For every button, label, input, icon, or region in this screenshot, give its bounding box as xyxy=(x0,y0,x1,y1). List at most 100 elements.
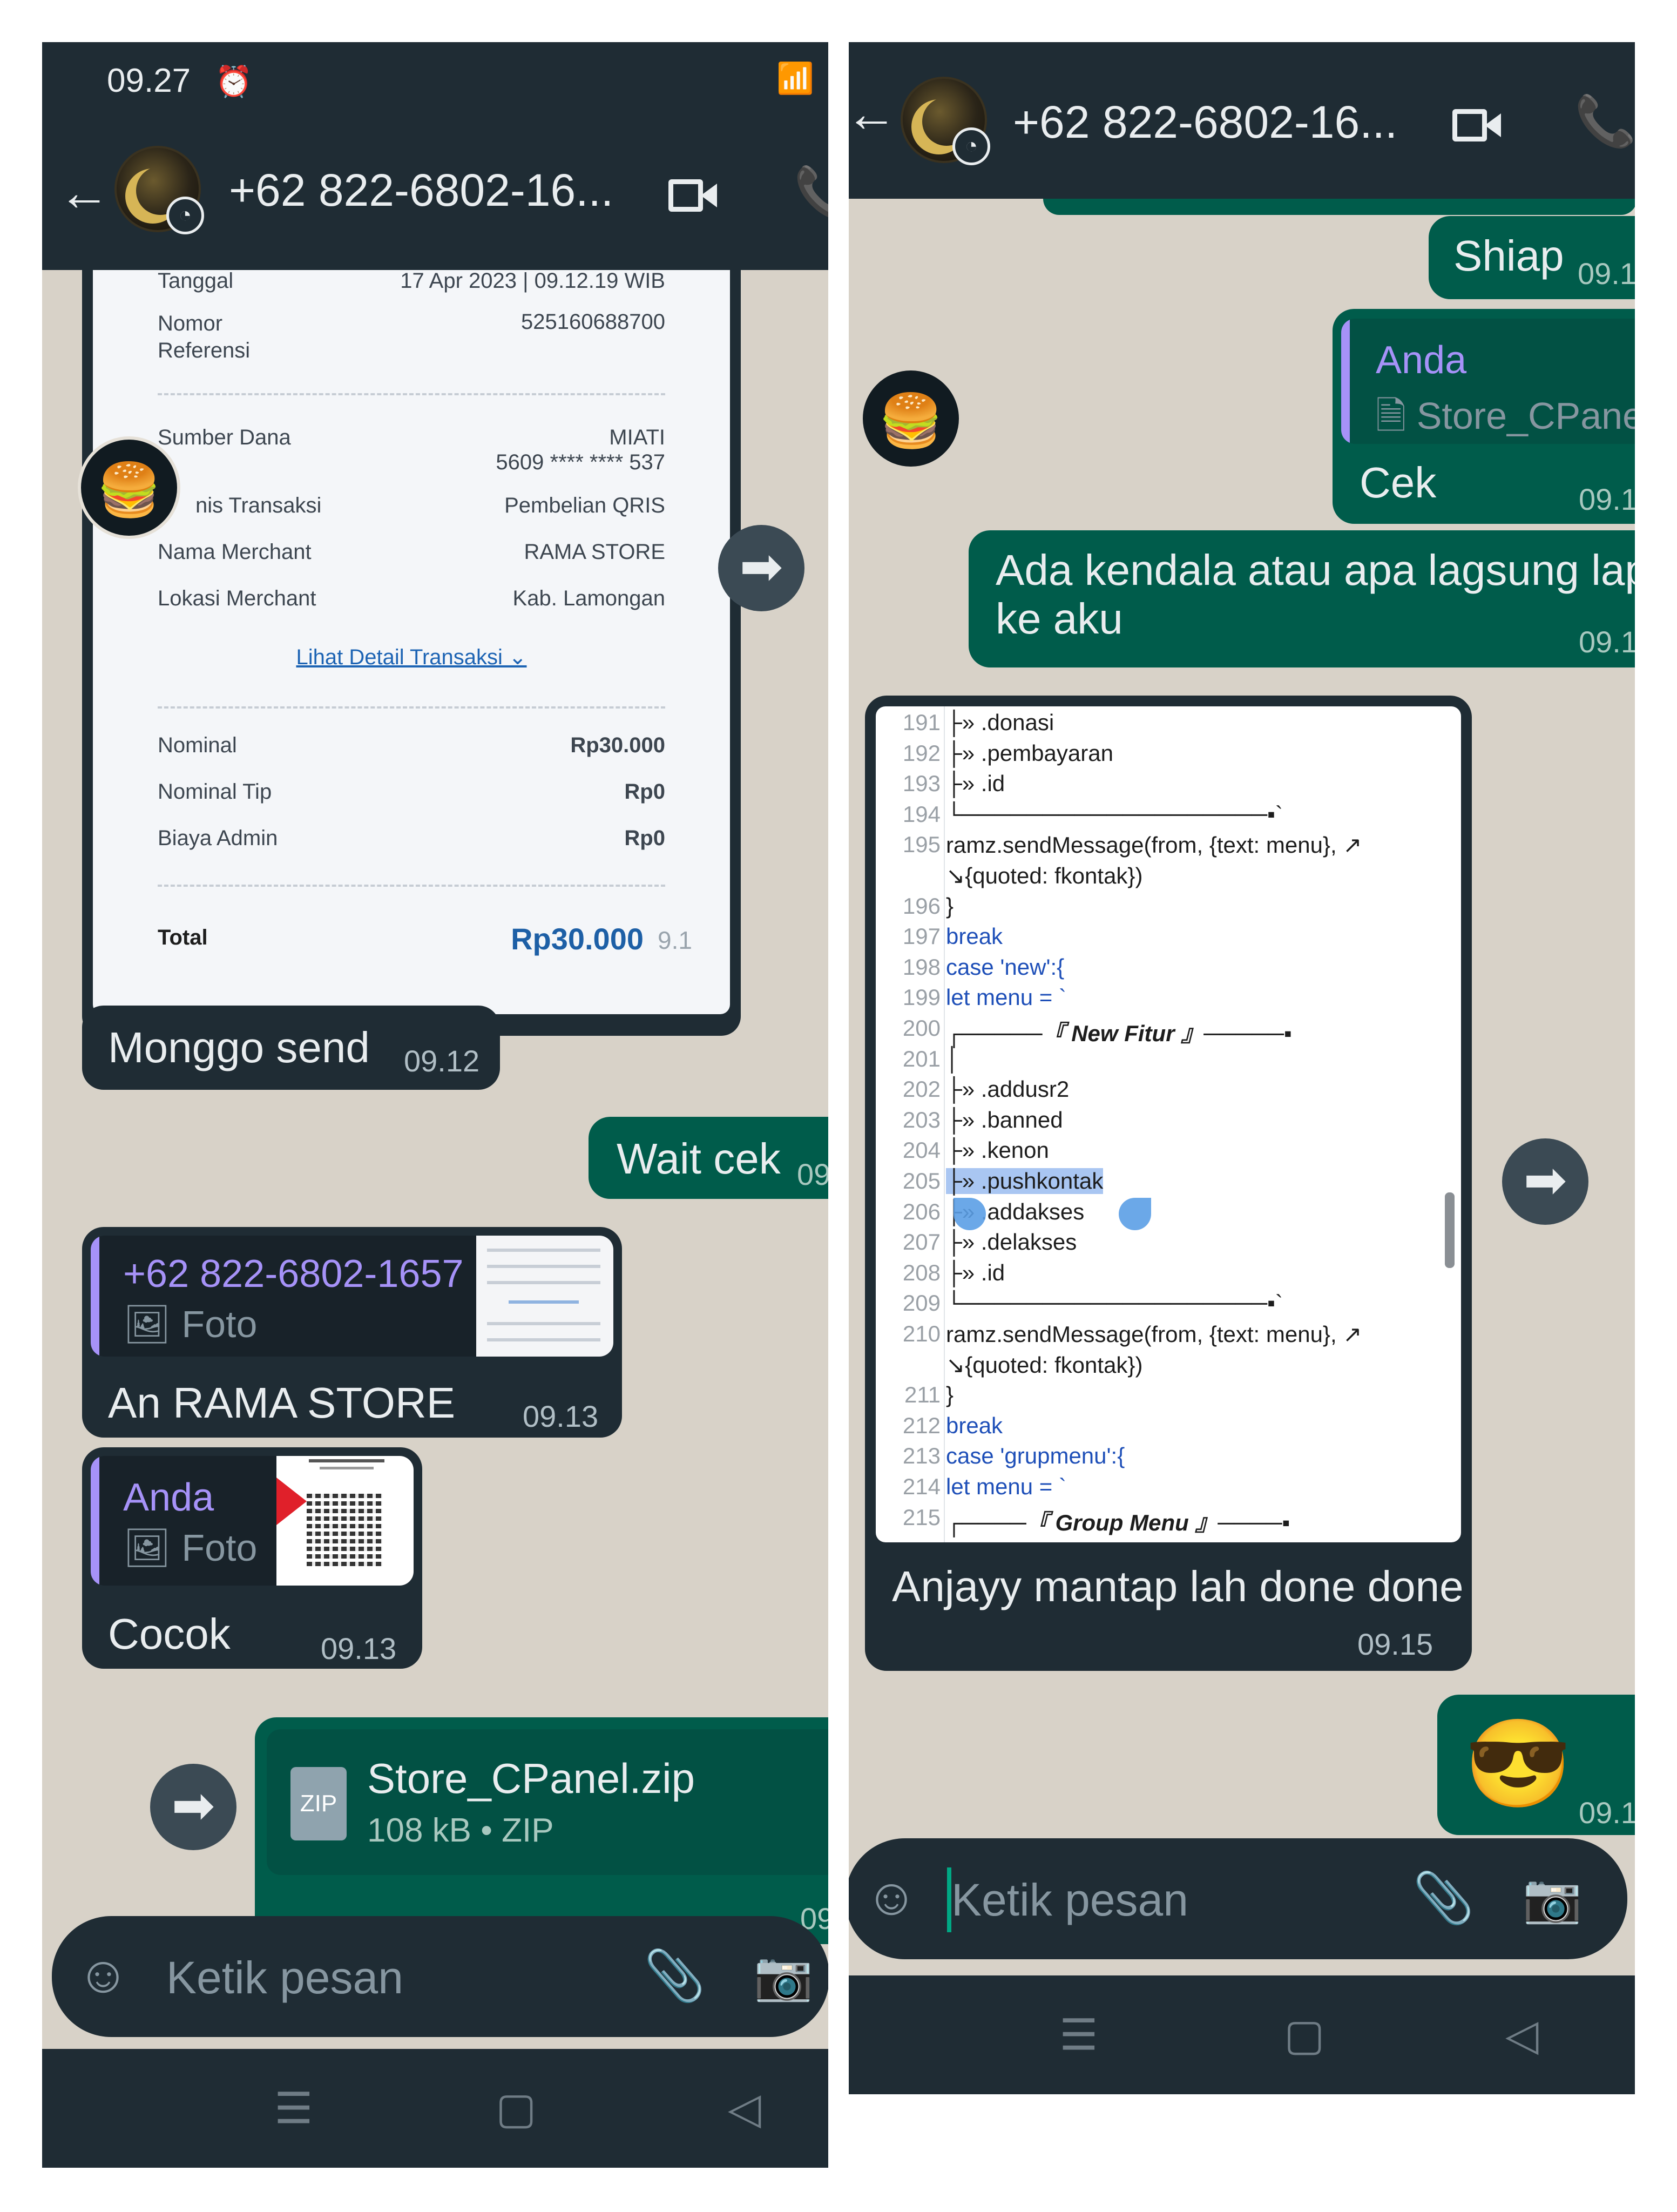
receipt-image-message[interactable]: Tanggal 17 Apr 2023 | 09.12.19 WIB Nomor … xyxy=(82,247,741,1036)
message-file-store-cpanel[interactable]: ZIP Store_CPanel.zip 108 kB • ZIP 09 xyxy=(255,1717,828,1944)
line-number: 204 xyxy=(902,1137,941,1163)
recents-nav-icon[interactable]: ☰ xyxy=(274,2083,313,2134)
emoji-icon[interactable]: ☺ xyxy=(77,1945,130,2005)
line-number: 201 xyxy=(902,1046,941,1071)
forward-code-icon[interactable]: ➡ xyxy=(1502,1138,1588,1225)
receipt-merchant-label: Nama Merchant xyxy=(158,540,312,564)
code-line: 213 case 'grupmenu':{ xyxy=(876,1443,1461,1474)
code-text: ├» .id xyxy=(946,1259,1005,1285)
message-text: Shiap xyxy=(1453,232,1564,280)
code-line: 208 ├» .id xyxy=(876,1260,1461,1291)
alarm-icon: ⏰ xyxy=(215,64,253,98)
message-ada-kendala[interactable]: Ada kendala atau apa lagsung lapo ke aku… xyxy=(969,530,1635,667)
message-cocok[interactable]: Anda 🖼 Foto Cocok 09.13 xyxy=(82,1447,422,1669)
file-attachment[interactable]: ZIP Store_CPanel.zip 108 kB • ZIP xyxy=(267,1729,828,1875)
receipt-ref-value: 525160688700 xyxy=(521,310,665,334)
document-icon: 🗎 xyxy=(1376,395,1417,437)
code-line: 210 ramz.sendMessage(from, {text: menu}, … xyxy=(876,1321,1461,1352)
video-call-icon[interactable] xyxy=(1452,109,1504,141)
zip-file-icon: ZIP xyxy=(290,1767,347,1840)
code-line: 194 └───────────────────▪` xyxy=(876,801,1461,833)
code-line: 215 ┌────『 Group Menu 』────▪ xyxy=(876,1505,1461,1536)
quoted-photo[interactable]: Anda 🖼 Foto xyxy=(91,1456,414,1586)
sunglasses-emoji: 😎 xyxy=(1464,1715,1572,1812)
receipt-admin-label: Biaya Admin xyxy=(158,826,278,850)
quoted-photo[interactable]: +62 822-6802-1657 🖼 Foto xyxy=(91,1236,613,1357)
voice-call-icon[interactable]: 📞 xyxy=(1574,93,1635,151)
code-text: └───────────────────▪` xyxy=(946,801,1283,827)
selection-handle-right[interactable] xyxy=(1119,1198,1151,1230)
code-line: 196} xyxy=(876,893,1461,925)
code-line: ↘{quoted: fkontak}) xyxy=(876,862,1461,894)
message-code-screenshot[interactable]: 191 ├» .donasi 192 ├» .pembayaran 193 ├» .id 1… xyxy=(865,696,1472,1671)
line-number: 205 xyxy=(902,1168,941,1193)
message-wait-cek[interactable]: Wait cek 09 xyxy=(589,1117,828,1199)
video-call-icon[interactable] xyxy=(668,179,720,212)
selection-handle-left[interactable] xyxy=(954,1198,986,1230)
line-number: 206 xyxy=(902,1198,941,1224)
line-number: 207 xyxy=(902,1229,941,1255)
recents-nav-icon[interactable]: ☰ xyxy=(1059,2010,1098,2060)
camera-icon[interactable]: 📷 xyxy=(754,1948,813,2004)
bot-burger-icon[interactable]: 🍔 xyxy=(860,367,962,470)
line-number: 197 xyxy=(902,923,941,949)
system-nav-bar: ☰ ▢ ◁ xyxy=(42,2049,828,2168)
receipt-image[interactable]: Tanggal 17 Apr 2023 | 09.12.19 WIB Nomor … xyxy=(93,258,730,1014)
voice-call-icon[interactable]: 📞 xyxy=(794,164,828,222)
home-nav-icon[interactable]: ▢ xyxy=(496,2083,537,2134)
back-nav-icon[interactable]: ◁ xyxy=(728,2083,761,2134)
message-input-placeholder[interactable]: Ketik pesan xyxy=(166,1952,403,2004)
receipt-total-value: Rp30.000 xyxy=(511,922,644,956)
forward-receipt-icon[interactable]: ➡ xyxy=(718,525,804,611)
message-input-placeholder[interactable]: Ketik pesan xyxy=(951,1874,1188,1926)
home-nav-icon[interactable]: ▢ xyxy=(1284,2010,1325,2060)
back-arrow-icon[interactable]: ← xyxy=(849,84,897,144)
attach-icon[interactable]: 📎 xyxy=(644,1947,706,2005)
contact-avatar[interactable]: ◔ xyxy=(114,146,204,234)
contact-name[interactable]: +62 822-6802-16... xyxy=(1013,96,1397,149)
system-nav-bar: ☰ ▢ ◁ xyxy=(849,1975,1635,2094)
code-line: 195 ramz.sendMessage(from, {text: menu}, … xyxy=(876,832,1461,863)
camera-icon[interactable]: 📷 xyxy=(1523,1871,1582,1926)
message-time: 09.1 xyxy=(1578,257,1635,291)
forward-file-icon[interactable]: ➡ xyxy=(150,1764,236,1850)
message-input-bar[interactable]: ☺ Ketik pesan 📎 📷 xyxy=(849,1838,1627,1959)
code-line: ↘{quoted: fkontak}) xyxy=(876,1352,1461,1383)
message-time: 09 xyxy=(797,1157,828,1191)
message-emoji[interactable]: 😎 09.1 xyxy=(1437,1695,1635,1835)
line-number: 212 xyxy=(902,1412,941,1438)
attach-icon[interactable]: 📎 xyxy=(1412,1870,1475,1927)
line-number: 196 xyxy=(902,893,941,919)
line-number: 191 xyxy=(902,710,941,735)
scrollbar-thumb[interactable] xyxy=(1445,1192,1455,1268)
code-line: 193 ├» .id xyxy=(876,771,1461,802)
bot-burger-icon[interactable]: 🍔 xyxy=(78,436,180,539)
receipt-tip-value: Rp0 xyxy=(624,780,665,804)
code-text: ┌─────『 New Fitur 』─────▪ xyxy=(946,1021,1292,1046)
code-text: case 'new':{ xyxy=(946,954,1065,980)
message-shiap[interactable]: Shiap 09.1 xyxy=(1429,216,1635,299)
back-arrow-icon[interactable]: ← xyxy=(58,163,110,222)
code-line: 199 let menu = ` xyxy=(876,984,1461,1016)
message-input-bar[interactable]: ☺ Ketik pesan 📎 📷 xyxy=(52,1916,828,2037)
message-monggo-send[interactable]: Monggo send 09.12 xyxy=(82,1006,500,1090)
message-text: An RAMA STORE xyxy=(108,1379,456,1427)
quoted-sender-name: +62 822-6802-1657 xyxy=(123,1252,464,1296)
status-bar: 09.27 ⏰ 📶 xyxy=(42,42,828,116)
emoji-icon[interactable]: ☺ xyxy=(865,1867,918,1927)
receipt-tanggal-value: 17 Apr 2023 | 09.12.19 WIB xyxy=(400,269,665,293)
message-cek[interactable]: Anda 🗎 Store_CPanel Cek 09.1 xyxy=(1333,309,1635,524)
quoted-receipt-thumbnail xyxy=(476,1236,613,1357)
code-text: ├» .banned xyxy=(946,1107,1063,1132)
message-an-rama-store[interactable]: +62 822-6802-1657 🖼 Foto An RAMA STORE 0… xyxy=(82,1227,622,1438)
quoted-file[interactable]: Anda 🗎 Store_CPanel xyxy=(1341,319,1635,444)
receipt-admin-value: Rp0 xyxy=(624,826,665,850)
receipt-detail-link[interactable]: Lihat Detail Transaksi ⌄ xyxy=(93,645,730,670)
disappearing-timer-icon: ◔ xyxy=(166,197,204,234)
code-screenshot-image[interactable]: 191 ├» .donasi 192 ├» .pembayaran 193 ├» .id 1… xyxy=(876,706,1461,1542)
code-text: ↘{quoted: fkontak}) xyxy=(946,1352,1143,1378)
message-time: 09.13 xyxy=(523,1399,599,1433)
back-nav-icon[interactable]: ◁ xyxy=(1505,2010,1539,2060)
contact-avatar[interactable]: ◔ xyxy=(901,77,990,165)
contact-name[interactable]: +62 822-6802-16... xyxy=(229,164,613,217)
